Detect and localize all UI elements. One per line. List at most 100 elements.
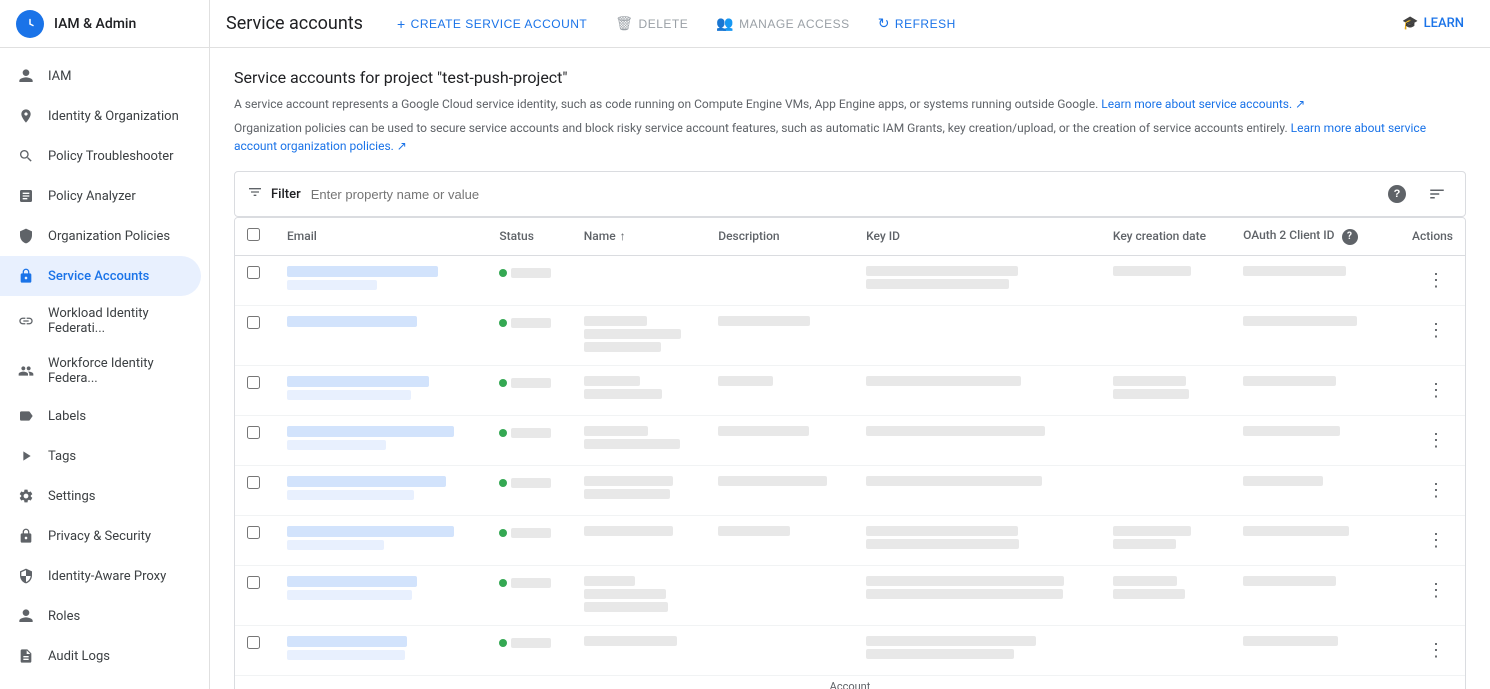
key-creation-date-cell [1101, 415, 1231, 465]
learn-button[interactable]: 🎓 LEARN [1392, 10, 1474, 37]
sidebar-item-identity-aware-proxy[interactable]: Identity-Aware Proxy [0, 556, 201, 596]
sidebar-item-workload-identity[interactable]: Workload Identity Federati... [0, 296, 201, 346]
oauth-id-cell [1231, 365, 1385, 415]
description-cell [706, 625, 854, 675]
description-2: Organization policies can be used to sec… [234, 119, 1466, 155]
column-toggle-button[interactable] [1421, 178, 1453, 210]
email-value[interactable] [287, 376, 475, 400]
email-cell [275, 255, 487, 305]
email-value[interactable] [287, 576, 475, 600]
row-menu-button[interactable]: ⋮ [1419, 636, 1453, 665]
name-sort[interactable]: Name ↑ [584, 229, 626, 243]
sidebar-item-labels[interactable]: Labels [0, 396, 201, 436]
status-cell [487, 515, 571, 565]
sidebar-item-policy-troubleshooter[interactable]: Policy Troubleshooter [0, 136, 201, 176]
select-all-checkbox[interactable] [247, 228, 260, 241]
email-value[interactable] [287, 476, 475, 500]
oauth-help-icon[interactable]: ? [1342, 229, 1358, 245]
row-checkbox-cell [235, 365, 275, 415]
description-cell [706, 465, 854, 515]
key-id-cell [854, 625, 1101, 675]
name-col-header[interactable]: Name ↑ [572, 218, 707, 255]
name-cell [572, 565, 707, 625]
row-checkbox[interactable] [247, 636, 260, 649]
refresh-button[interactable]: ↻ REFRESH [868, 9, 966, 38]
row-menu-button[interactable]: ⋮ [1419, 316, 1453, 345]
sidebar-item-service-accounts[interactable]: Service Accounts [0, 256, 201, 296]
row-menu-button[interactable]: ⋮ [1419, 476, 1453, 505]
row-menu-button[interactable]: ⋮ [1419, 526, 1453, 555]
table-row: ⋮ [235, 565, 1465, 625]
key-date-col-header: Key creation date [1101, 218, 1231, 255]
sidebar-item-manage-resources[interactable]: Manage Resources [0, 676, 201, 689]
delete-button[interactable]: 🗑 DELETE [605, 9, 698, 38]
sidebar-item-settings[interactable]: Settings [0, 476, 201, 516]
status-badge [499, 638, 551, 648]
section-heading: Service accounts for project "test-push-… [234, 68, 1466, 87]
create-service-account-button[interactable]: + CREATE SERVICE ACCOUNT [387, 10, 597, 38]
sidebar-item-privacy-security[interactable]: Privacy & Security [0, 516, 201, 556]
sidebar-item-roles[interactable]: Roles [0, 596, 201, 636]
sidebar-item-settings-label: Settings [48, 489, 95, 504]
identity-org-icon [16, 106, 36, 126]
row-checkbox[interactable] [247, 316, 260, 329]
email-value[interactable] [287, 526, 475, 550]
row-checkbox[interactable] [247, 426, 260, 439]
email-value[interactable] [287, 316, 475, 327]
row-menu-button[interactable]: ⋮ [1419, 426, 1453, 455]
email-value[interactable] [287, 266, 475, 290]
row-checkbox[interactable] [247, 266, 260, 279]
learn-more-service-accounts-link[interactable]: Learn more about service accounts. ↗ [1101, 97, 1305, 111]
key-creation-date-cell [1101, 255, 1231, 305]
status-badge [499, 428, 551, 438]
description-cell [706, 305, 854, 365]
email-cell [275, 415, 487, 465]
key-id-cell [854, 515, 1101, 565]
filter-actions: ? [1381, 178, 1453, 210]
row-checkbox[interactable] [247, 526, 260, 539]
sidebar-item-policy-analyzer[interactable]: Policy Analyzer [0, 176, 201, 216]
name-cell [572, 255, 707, 305]
service-accounts-icon [16, 266, 36, 286]
filter-input[interactable] [311, 187, 1381, 202]
oauth-id-col-header: OAuth 2 Client ID ? [1231, 218, 1385, 255]
identity-aware-proxy-icon [16, 566, 36, 586]
roles-icon [16, 606, 36, 626]
key-id-cell [854, 365, 1101, 415]
row-checkbox[interactable] [247, 576, 260, 589]
row-checkbox[interactable] [247, 376, 260, 389]
key-id-cell [854, 565, 1101, 625]
policy-troubleshooter-icon [16, 146, 36, 166]
email-value[interactable] [287, 636, 475, 660]
name-cell [572, 415, 707, 465]
account-footer-label: Account [235, 676, 1465, 689]
sidebar-item-org-policies[interactable]: Organization Policies [0, 216, 201, 256]
row-checkbox[interactable] [247, 476, 260, 489]
row-menu-button[interactable]: ⋮ [1419, 266, 1453, 295]
filter-bar: Filter ? [234, 171, 1466, 217]
description-cell [706, 365, 854, 415]
row-menu-button[interactable]: ⋮ [1419, 376, 1453, 405]
table-row: ⋮ [235, 515, 1465, 565]
sidebar-item-workforce-identity[interactable]: Workforce Identity Federa... [0, 346, 201, 396]
sidebar-item-identity-org[interactable]: Identity & Organization [0, 96, 201, 136]
table-row: ⋮ [235, 255, 1465, 305]
actions-cell: ⋮ [1385, 255, 1465, 305]
sidebar-item-tags[interactable]: Tags [0, 436, 201, 476]
sidebar-item-iam[interactable]: IAM [0, 56, 201, 96]
key-creation-date-cell [1101, 565, 1231, 625]
email-value[interactable] [287, 426, 475, 450]
status-badge [499, 528, 551, 538]
row-checkbox-cell [235, 465, 275, 515]
sidebar-item-audit-logs[interactable]: Audit Logs [0, 636, 201, 676]
actions-cell: ⋮ [1385, 305, 1465, 365]
oauth-id-cell [1231, 255, 1385, 305]
name-cell [572, 305, 707, 365]
key-creation-date-cell [1101, 625, 1231, 675]
privacy-security-icon [16, 526, 36, 546]
manage-access-button[interactable]: 👥 MANAGE ACCESS [706, 9, 859, 38]
key-creation-date-cell [1101, 365, 1231, 415]
help-button[interactable]: ? [1381, 178, 1413, 210]
learn-icon: 🎓 [1402, 16, 1418, 31]
row-menu-button[interactable]: ⋮ [1419, 576, 1453, 605]
